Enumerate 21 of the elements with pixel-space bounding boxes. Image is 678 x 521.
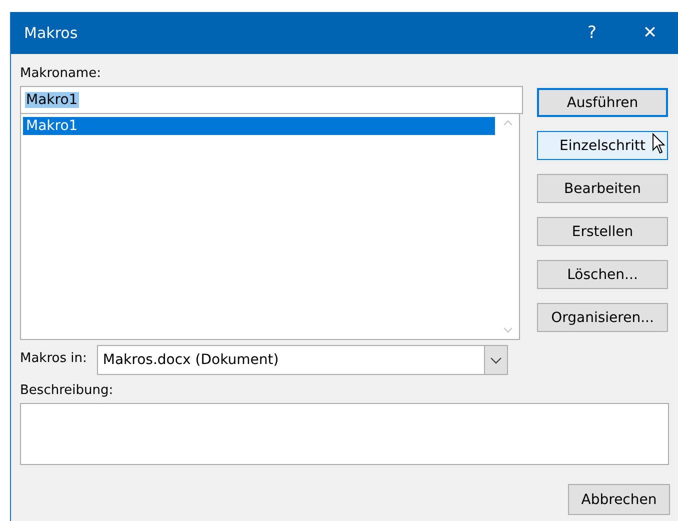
help-button[interactable]: ?: [563, 12, 621, 54]
window-title: Makros: [24, 24, 79, 42]
chevron-down-icon: [490, 356, 502, 364]
macro-list-item[interactable]: Makro1: [23, 117, 495, 135]
macro-action-button[interactable]: Erstellen: [537, 217, 668, 246]
mouse-pointer-icon: [652, 133, 666, 155]
macro-action-button[interactable]: Ausführen: [537, 88, 668, 117]
description-label: Beschreibung:: [20, 382, 114, 400]
macro-action-button[interactable]: Organisieren...: [537, 303, 668, 332]
macro-name-label: Makroname:: [20, 65, 102, 83]
macros-in-label: Makros in:: [20, 350, 87, 368]
macro-action-button[interactable]: Bearbeiten: [537, 174, 668, 203]
scroll-up-icon[interactable]: [503, 120, 513, 126]
description-field[interactable]: [20, 403, 669, 465]
macro-action-button[interactable]: Einzelschritt: [537, 131, 668, 160]
close-button[interactable]: ✕: [621, 12, 678, 54]
cancel-button[interactable]: Abbrechen: [568, 484, 670, 515]
macro-name-field[interactable]: Makro1: [20, 86, 523, 114]
scroll-down-icon[interactable]: [503, 327, 513, 333]
macros-in-dropdown[interactable]: Makros.docx (Dokument): [96, 345, 508, 375]
macro-action-button[interactable]: Löschen...: [537, 260, 668, 289]
